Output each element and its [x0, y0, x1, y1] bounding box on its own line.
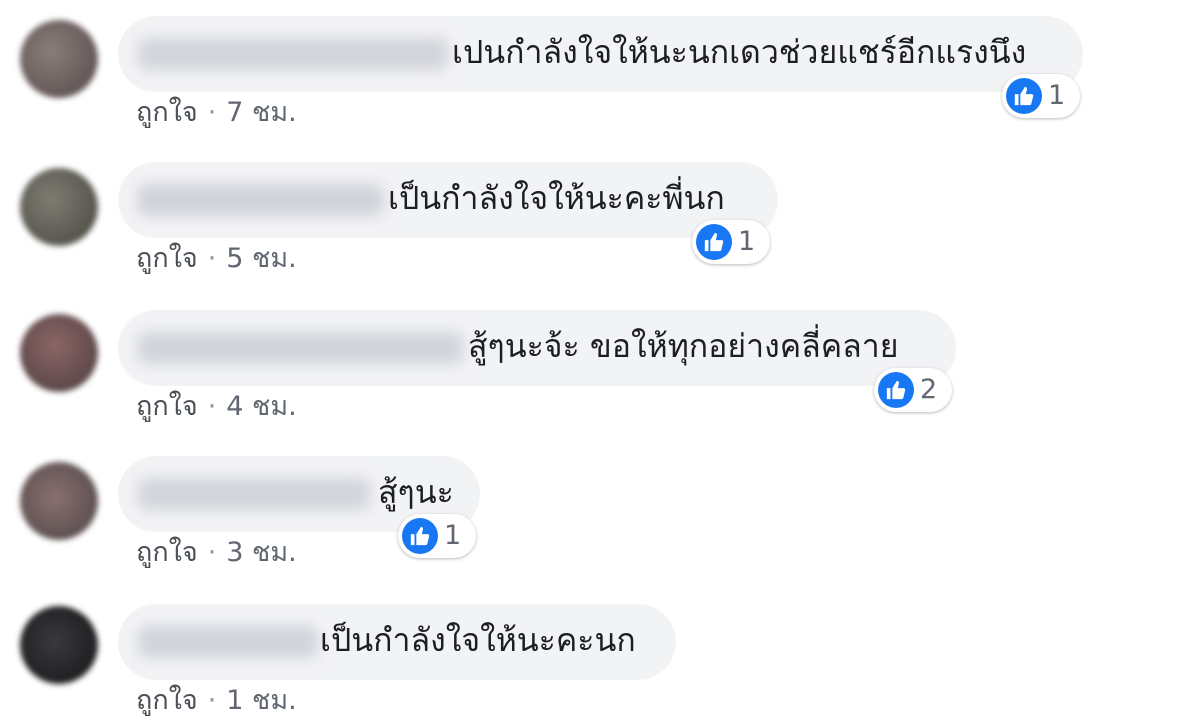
like-button[interactable]: ถูกใจ: [136, 97, 198, 128]
timestamp[interactable]: 3 ชม.: [226, 537, 296, 568]
reaction-summary[interactable]: 1: [398, 514, 476, 558]
separator: ·: [207, 97, 217, 128]
comment-bubble: เป็นกำลังใจให้นะคะพี่นก: [118, 162, 778, 238]
timestamp[interactable]: 7 ชม.: [226, 97, 296, 128]
separator: ·: [207, 685, 217, 716]
author-name-blurred[interactable]: [138, 38, 448, 70]
author-name-blurred[interactable]: [138, 332, 463, 364]
like-button[interactable]: ถูกใจ: [136, 243, 198, 274]
comment-text: เปนกำลังใจให้นะนกเดวช่วยแชร์อีกแรงนึง: [452, 33, 1027, 71]
timestamp[interactable]: 5 ชม.: [226, 243, 296, 274]
comment-actions: ถูกใจ · 1 ชม.: [136, 684, 297, 718]
comment-actions: ถูกใจ · 7 ชม.: [136, 96, 297, 130]
avatar[interactable]: [20, 462, 98, 540]
comment-text: เป็นกำลังใจให้นะคะพี่นก: [388, 179, 725, 217]
like-icon: [696, 224, 732, 260]
comments-section: เปนกำลังใจให้นะนกเดวช่วยแชร์อีกแรงนึง 1 …: [0, 0, 1200, 722]
avatar[interactable]: [20, 20, 98, 98]
reaction-count: 1: [444, 520, 462, 551]
like-icon: [1006, 78, 1042, 114]
comment-actions: ถูกใจ · 4 ชม.: [136, 390, 297, 424]
author-name-blurred[interactable]: [138, 478, 370, 510]
separator: ·: [207, 537, 217, 568]
like-button[interactable]: ถูกใจ: [136, 537, 198, 568]
reaction-summary[interactable]: 1: [692, 220, 770, 264]
comment-actions: ถูกใจ · 3 ชม.: [136, 536, 297, 570]
avatar[interactable]: [20, 314, 98, 392]
like-icon: [878, 372, 914, 408]
comment-item: เปนกำลังใจให้นะนกเดวช่วยแชร์อีกแรงนึง 1 …: [0, 12, 1200, 142]
reaction-count: 1: [738, 226, 756, 257]
comment-actions: ถูกใจ · 5 ชม.: [136, 242, 297, 276]
comment-bubble: สู้ๆนะจ้ะ ขอให้ทุกอย่างคลี่คลาย: [118, 310, 956, 386]
separator: ·: [207, 243, 217, 274]
comment-bubble: เป็นกำลังใจให้นะคะนก: [118, 604, 676, 680]
reaction-summary[interactable]: 1: [1002, 74, 1080, 118]
comment-item: สู้ๆนะจ้ะ ขอให้ทุกอย่างคลี่คลาย 2 ถูกใจ ·…: [0, 306, 1200, 436]
timestamp[interactable]: 1 ชม.: [226, 685, 296, 716]
reaction-count: 2: [920, 374, 938, 405]
reaction-summary[interactable]: 2: [874, 368, 952, 412]
comment-item: เป็นกำลังใจให้นะคะพี่นก 1 ถูกใจ · 5 ชม.: [0, 158, 1200, 288]
like-button[interactable]: ถูกใจ: [136, 685, 198, 716]
comment-item: สู้ๆนะ 1 ถูกใจ · 3 ชม.: [0, 452, 1200, 582]
reaction-count: 1: [1048, 80, 1066, 111]
comment-bubble: เปนกำลังใจให้นะนกเดวช่วยแชร์อีกแรงนึง: [118, 16, 1083, 92]
avatar[interactable]: [20, 606, 98, 684]
separator: ·: [207, 391, 217, 422]
author-name-blurred[interactable]: [138, 184, 383, 216]
author-name-blurred[interactable]: [138, 626, 318, 658]
avatar[interactable]: [20, 168, 98, 246]
comment-text: สู้ๆนะจ้ะ ขอให้ทุกอย่างคลี่คลาย: [468, 327, 899, 365]
comment-item: เป็นกำลังใจให้นะคะนก ถูกใจ · 1 ชม.: [0, 602, 1200, 722]
comment-text: เป็นกำลังใจให้นะคะนก: [320, 621, 636, 659]
like-button[interactable]: ถูกใจ: [136, 391, 198, 422]
comment-text: สู้ๆนะ: [378, 473, 454, 511]
timestamp[interactable]: 4 ชม.: [226, 391, 296, 422]
like-icon: [402, 518, 438, 554]
